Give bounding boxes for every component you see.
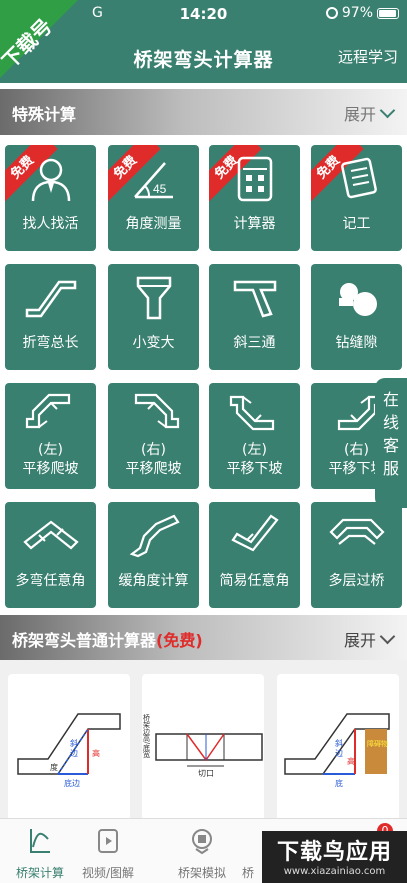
- alarm-icon: [325, 7, 338, 19]
- tile-record-work[interactable]: 免费 记工: [311, 145, 402, 251]
- tile-label: 多层过桥: [328, 573, 385, 589]
- tee-icon: [233, 280, 276, 318]
- reducer-icon: [136, 276, 171, 320]
- tile-label: 多弯任意角: [15, 573, 86, 589]
- tile-multi-bridge[interactable]: 多层过桥: [311, 502, 402, 608]
- diagram-label: 桥架边高/底宽: [143, 713, 151, 759]
- diagram-card-list: 斜 边 高 底边 度 桥架边高/底宽 切口 斜 边 障碍物 底 高: [0, 660, 407, 824]
- diagram-card-cutout[interactable]: 桥架边高/底宽 切口: [142, 674, 264, 824]
- diagram-label: 斜: [335, 738, 343, 748]
- diagram-label: 底边: [64, 778, 80, 788]
- watermark-bottom-url: www.xiazainiao.com: [283, 866, 386, 877]
- multi-bend-icon: [22, 520, 79, 550]
- bend-length-icon: [25, 280, 76, 318]
- online-service-button[interactable]: 在线客服: [375, 378, 407, 508]
- free-tag: (免费): [156, 631, 203, 650]
- tile-calculator[interactable]: 免费 计算器: [209, 145, 300, 251]
- chart-icon: [30, 829, 50, 853]
- shift-climb-right-icon: [134, 393, 179, 429]
- nav-label: 视频/图解: [81, 866, 135, 880]
- gentle-angle-icon: [129, 514, 180, 558]
- normal-expand-button[interactable]: 展开: [343, 627, 396, 651]
- app-root: G 14:20 97% 桥架弯头计算器 远程学习 下载号 特殊计算 展开 免费 …: [0, 0, 407, 883]
- tile-label: 角度测量: [125, 216, 182, 232]
- cutout-diagram: 桥架边高/底宽 切口: [143, 713, 263, 778]
- normal-title-text: 桥架弯头普通计算器: [12, 631, 157, 650]
- battery-text: 97%: [341, 5, 373, 21]
- diagram-label: 高: [92, 748, 100, 758]
- tile-sub-label: (左): [38, 442, 63, 458]
- chevron-down-icon: [379, 102, 396, 119]
- video-icon: [98, 829, 118, 853]
- tile-label: 计算器: [233, 216, 276, 232]
- diagram-card-slope[interactable]: 斜 边 高 底边 度: [8, 674, 130, 824]
- watermark-bottom: 下载鸟应用 www.xiazainiao.com: [262, 831, 407, 883]
- tile-angle-measure[interactable]: 免费 45 角度测量: [108, 145, 199, 251]
- tile-shift-climb-left[interactable]: (左) 平移爬坡: [5, 383, 96, 489]
- shift-down-left-icon: [229, 395, 274, 431]
- tile-label: 找人找活: [22, 216, 79, 232]
- diagram-label: 边: [70, 748, 78, 758]
- special-section-title: 特殊计算: [12, 105, 77, 124]
- diagram-label: 切口: [198, 769, 214, 778]
- tile-gentle-angle[interactable]: 缓角度计算: [108, 502, 199, 608]
- online-service-label: 在线客服: [382, 390, 399, 478]
- tile-reducer[interactable]: 小变大: [108, 264, 199, 370]
- special-expand-button[interactable]: 展开: [343, 101, 396, 125]
- diagram-card-obstacle[interactable]: 斜 边 障碍物 底 高: [277, 674, 399, 824]
- tile-label: 折弯总长: [22, 335, 79, 351]
- diagram-label: 度: [50, 762, 58, 772]
- angle-icon: 45: [133, 162, 173, 199]
- person-icon: [31, 158, 70, 202]
- tile-sub-label: (左): [242, 442, 267, 458]
- tile-label: 平移爬坡: [22, 461, 79, 477]
- notebook-icon: [340, 157, 377, 199]
- multi-bridge-icon: [328, 518, 385, 545]
- tile-label: 缓角度计算: [118, 573, 189, 589]
- diagram-label: 高: [347, 756, 355, 766]
- diagram-label: 障碍物: [367, 739, 388, 748]
- obstacle-diagram: 斜 边 障碍物 底 高: [284, 713, 390, 788]
- tile-label: 平移下坡: [226, 461, 283, 477]
- slope-diagram: 斜 边 高 底边 度: [17, 713, 121, 788]
- normal-section-title: 桥架弯头普通计算器(免费): [12, 627, 203, 651]
- watermark-bottom-main: 下载鸟应用: [276, 840, 392, 865]
- simulate-icon: [192, 829, 212, 855]
- remote-learning-button[interactable]: 远程学习: [338, 46, 398, 67]
- tile-shift-climb-right[interactable]: (右) 平移爬坡: [108, 383, 199, 489]
- tile-drill-gap[interactable]: 钻缝隙: [311, 264, 402, 370]
- angle-value: 45: [153, 182, 167, 196]
- battery-icon: [377, 7, 399, 19]
- gap-icon: [338, 283, 377, 316]
- status-right: 97%: [325, 5, 399, 21]
- calculator-icon: [237, 156, 272, 202]
- tile-label: 钻缝隙: [335, 335, 378, 351]
- tile-label: 小变大: [132, 335, 175, 351]
- tile-label: 平移爬坡: [125, 461, 182, 477]
- tile-label: 简易任意角: [219, 573, 290, 589]
- special-tile-grid: 免费 找人找活 免费 45 角度测量 免费 计算器 免费 记工 折弯总长 小变大…: [0, 135, 407, 613]
- expand-label: 展开: [343, 631, 376, 650]
- tile-simple-angle[interactable]: 简易任意角: [209, 502, 300, 608]
- tile-multi-bend[interactable]: 多弯任意角: [5, 502, 96, 608]
- tile-find-people[interactable]: 免费 找人找活: [5, 145, 96, 251]
- tile-oblique-tee[interactable]: 斜三通: [209, 264, 300, 370]
- diagram-label: 边: [335, 748, 343, 758]
- tile-sub-label: (右): [141, 442, 166, 458]
- tile-label: 斜三通: [233, 335, 276, 351]
- special-section-header: 特殊计算 展开: [0, 89, 407, 135]
- diagram-label: 底: [335, 778, 343, 788]
- diagram-label: 斜: [70, 738, 78, 748]
- shift-climb-left-icon: [25, 393, 70, 429]
- tile-label: 记工: [342, 216, 371, 232]
- nav-video[interactable]: 视频/图解: [68, 819, 148, 883]
- chevron-down-icon: [379, 628, 396, 645]
- tile-shift-down-left[interactable]: (左) 平移下坡: [209, 383, 300, 489]
- expand-label: 展开: [343, 105, 376, 124]
- tile-bend-length[interactable]: 折弯总长: [5, 264, 96, 370]
- normal-section-header: 桥架弯头普通计算器(免费) 展开: [0, 615, 407, 661]
- simple-angle-icon: [230, 514, 279, 552]
